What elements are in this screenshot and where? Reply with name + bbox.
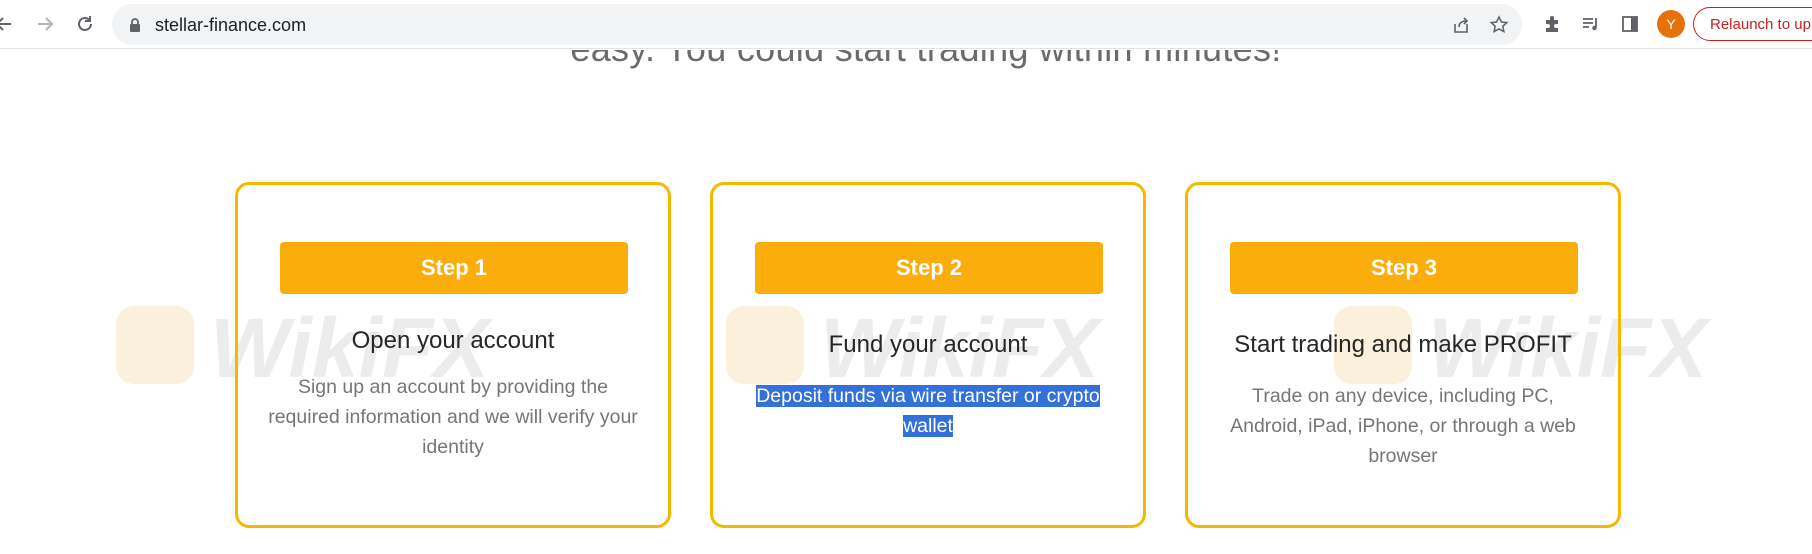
browser-toolbar: stellar-finance.com Y Relaunch to up xyxy=(0,0,1812,49)
reading-list-icon[interactable] xyxy=(1579,12,1603,36)
step-2-button[interactable]: Step 2 xyxy=(755,242,1103,294)
forward-icon[interactable] xyxy=(33,12,57,36)
step-3-button[interactable]: Step 3 xyxy=(1230,242,1578,294)
page-content: easy. You could start trading within min… xyxy=(0,50,1812,554)
back-icon[interactable] xyxy=(0,12,16,36)
step-1-title: Open your account xyxy=(351,327,555,354)
lock-icon[interactable] xyxy=(127,17,143,33)
share-icon[interactable] xyxy=(1450,14,1472,36)
step-2-description-line2: wallet xyxy=(903,415,953,437)
profile-avatar[interactable]: Y xyxy=(1657,10,1685,38)
step-3-title: Start trading and make PROFIT xyxy=(1234,331,1572,358)
address-bar[interactable]: stellar-finance.com xyxy=(112,4,1522,45)
bookmark-star-icon[interactable] xyxy=(1488,14,1510,36)
step-3-description: Trade on any device, including PC, Andro… xyxy=(1230,385,1576,467)
reload-icon[interactable] xyxy=(73,12,97,36)
step-card-1: Step 1 Open your account Sign up an acco… xyxy=(235,182,671,528)
extensions-puzzle-icon[interactable] xyxy=(1540,12,1564,36)
step-2-description-line1: Deposit funds via wire transfer or crypt… xyxy=(756,385,1100,407)
step-card-3: Step 3 Start trading and make PROFIT Tra… xyxy=(1185,182,1621,528)
section-headline: easy. You could start trading within min… xyxy=(0,50,1812,70)
side-panel-icon[interactable] xyxy=(1618,12,1642,36)
step-2-description: Deposit funds via wire transfer or crypt… xyxy=(743,381,1113,441)
url-text[interactable]: stellar-finance.com xyxy=(155,15,306,36)
step-1-description: Sign up an account by providing the requ… xyxy=(268,376,638,458)
relaunch-button[interactable]: Relaunch to up xyxy=(1693,7,1812,41)
step-1-button[interactable]: Step 1 xyxy=(280,242,628,294)
step-card-2: Step 2 Fund your account Deposit funds v… xyxy=(710,182,1146,528)
step-2-title: Fund your account xyxy=(828,331,1028,358)
